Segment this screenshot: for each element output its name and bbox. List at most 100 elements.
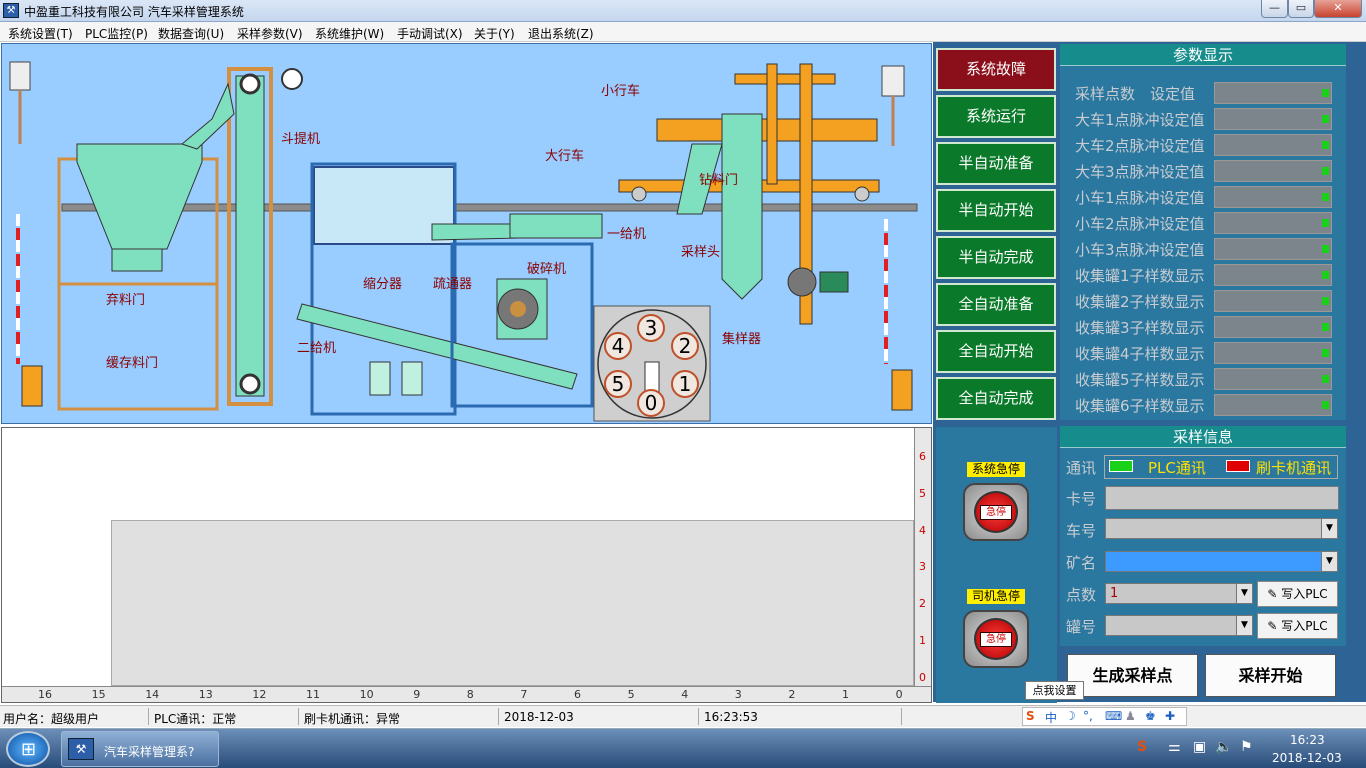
- system-estop-button[interactable]: 急停: [963, 483, 1029, 541]
- close-button[interactable]: ✕: [1314, 0, 1362, 18]
- full-auto-start-button[interactable]: 全自动开始: [936, 330, 1056, 373]
- estop-knob: 急停: [974, 491, 1018, 533]
- menu-maintenance[interactable]: 系统维护(W): [315, 25, 384, 42]
- param-led: [1322, 245, 1329, 253]
- system-running-button[interactable]: 系统运行: [936, 95, 1056, 138]
- param-label: 采样点数 设定值: [1075, 85, 1196, 103]
- ime-chinese-icon[interactable]: 中: [1045, 709, 1057, 726]
- label-discard-gate: 弃料门: [106, 293, 145, 308]
- param-value: [1214, 108, 1332, 130]
- param-row: 收集罐1子样数显示: [1075, 263, 1345, 287]
- param-row: 收集罐4子样数显示: [1075, 341, 1345, 365]
- param-led: [1322, 89, 1329, 97]
- app-icon: ⚒: [68, 738, 94, 760]
- system-fault-button[interactable]: 系统故障: [936, 48, 1056, 91]
- semi-auto-prepare-button[interactable]: 半自动准备: [936, 142, 1056, 185]
- param-label: 小车3点脉冲设定值: [1075, 241, 1205, 259]
- start-sampling-button[interactable]: 采样开始: [1205, 654, 1336, 697]
- menu-plc-monitor[interactable]: PLC监控(P): [85, 25, 148, 42]
- app-icon: ⚒: [3, 3, 19, 18]
- param-value: [1214, 368, 1332, 390]
- skin-icon[interactable]: ♚: [1145, 709, 1156, 723]
- y-tick: 5: [919, 486, 926, 500]
- write-plc-points-button[interactable]: ✎ 写入PLC: [1257, 581, 1338, 607]
- clock-date[interactable]: 2018-12-03: [1272, 751, 1342, 765]
- param-value: [1214, 212, 1332, 234]
- full-auto-done-button[interactable]: 全自动完成: [936, 377, 1056, 420]
- menu-data-query[interactable]: 数据查询(U): [158, 25, 224, 42]
- param-value: [1214, 290, 1332, 312]
- semi-auto-start-button[interactable]: 半自动开始: [936, 189, 1056, 232]
- param-led: [1322, 141, 1329, 149]
- y-tick: 2: [919, 597, 926, 611]
- semi-auto-done-button[interactable]: 半自动完成: [936, 236, 1056, 279]
- car-no-select[interactable]: ▼: [1105, 518, 1338, 539]
- param-row: 收集罐5子样数显示: [1075, 367, 1345, 391]
- driver-estop-button[interactable]: 急停: [963, 610, 1029, 668]
- x-tick: 8: [466, 688, 474, 701]
- param-label: 大车2点脉冲设定值: [1075, 137, 1205, 155]
- estop-text: 急停: [980, 505, 1012, 520]
- menu-bar: 系统设置(T) PLC监控(P) 数据查询(U) 采样参数(V) 系统维护(W)…: [0, 22, 1366, 42]
- ime-toolbar[interactable]: S 中 ☽ °, ⌨ ♟ ♚ ✚: [1022, 707, 1187, 726]
- keyboard-icon[interactable]: ⌨: [1105, 709, 1122, 723]
- windows-logo-icon: ⊞: [21, 739, 37, 760]
- write-plc-tank-button[interactable]: ✎ 写入PLC: [1257, 613, 1338, 639]
- full-auto-prepare-button[interactable]: 全自动准备: [936, 283, 1056, 326]
- param-led: [1322, 193, 1329, 201]
- x-tick: 3: [734, 688, 742, 701]
- label-sampling-head: 采样头: [681, 245, 720, 260]
- param-value: [1214, 134, 1332, 156]
- param-panel-title: 参数显示: [1060, 44, 1346, 66]
- moon-icon[interactable]: ☽: [1065, 709, 1076, 723]
- process-diagram-svg: 3 2 1 0 5 4 斗提机 小行车 大行车 钻料门 一给机 采样头 破碎机 …: [9, 61, 918, 422]
- punctuation-icon[interactable]: °,: [1083, 709, 1093, 723]
- carousel-slot-5: 5: [612, 372, 625, 396]
- x-tick: 9: [413, 688, 421, 701]
- sogou-tray-icon[interactable]: S: [1137, 739, 1147, 755]
- param-row: 大车2点脉冲设定值: [1075, 133, 1345, 157]
- chevron-down-icon[interactable]: ▼: [1236, 616, 1252, 635]
- tank-select[interactable]: ▼: [1105, 615, 1253, 636]
- minimize-button[interactable]: —: [1261, 0, 1288, 18]
- y-tick: 6: [919, 450, 926, 463]
- chevron-down-icon[interactable]: ▼: [1321, 552, 1337, 571]
- user-icon[interactable]: ♟: [1125, 709, 1136, 723]
- param-row: 小车3点脉冲设定值: [1075, 237, 1345, 261]
- monitor-icon[interactable]: ▣: [1193, 739, 1206, 755]
- menu-system-settings[interactable]: 系统设置(T): [8, 25, 73, 42]
- status-plc: PLC通讯：正常: [154, 712, 237, 726]
- wrench-icon[interactable]: ✚: [1165, 709, 1175, 723]
- menu-exit[interactable]: 退出系统(Z): [528, 25, 594, 42]
- chevron-down-icon[interactable]: ▼: [1321, 519, 1337, 538]
- param-led: [1322, 349, 1329, 357]
- menu-manual-debug[interactable]: 手动调试(X): [397, 25, 463, 42]
- x-tick: 7: [520, 688, 528, 701]
- param-led: [1322, 375, 1329, 383]
- taskbar-app-title: 汽车采样管理系?: [104, 745, 195, 759]
- estop-text: 急停: [980, 632, 1012, 647]
- param-label: 收集罐5子样数显示: [1075, 371, 1205, 389]
- param-row: 采样点数 设定值: [1075, 81, 1345, 105]
- points-select[interactable]: 1 ▼: [1105, 583, 1253, 604]
- maximize-button[interactable]: ▭: [1288, 0, 1314, 18]
- clock-time[interactable]: 16:23: [1290, 733, 1325, 747]
- y-tick: 0: [919, 670, 926, 684]
- carousel-slot-0: 0: [645, 391, 658, 415]
- param-row: 收集罐6子样数显示: [1075, 393, 1345, 417]
- sogou-icon[interactable]: S: [1026, 709, 1035, 723]
- x-tick: 15: [91, 688, 106, 701]
- flag-icon[interactable]: ⚑: [1240, 739, 1253, 755]
- ore-name-select[interactable]: ▼: [1105, 551, 1338, 572]
- menu-sampling-params[interactable]: 采样参数(V): [237, 25, 303, 42]
- taskbar-app-button[interactable]: ⚒ 汽车采样管理系?: [61, 731, 219, 767]
- ore-name-label: 矿名: [1066, 554, 1097, 572]
- generate-points-button[interactable]: 生成采样点: [1067, 654, 1198, 697]
- card-no-field[interactable]: [1105, 486, 1339, 510]
- volume-icon[interactable]: 🔈: [1215, 739, 1232, 755]
- menu-about[interactable]: 关于(Y): [474, 25, 515, 42]
- label-feeder-1: 一给机: [607, 227, 646, 242]
- start-button[interactable]: ⊞: [6, 731, 50, 767]
- chevron-down-icon[interactable]: ▼: [1236, 584, 1252, 603]
- network-icon[interactable]: ⚌: [1168, 739, 1181, 755]
